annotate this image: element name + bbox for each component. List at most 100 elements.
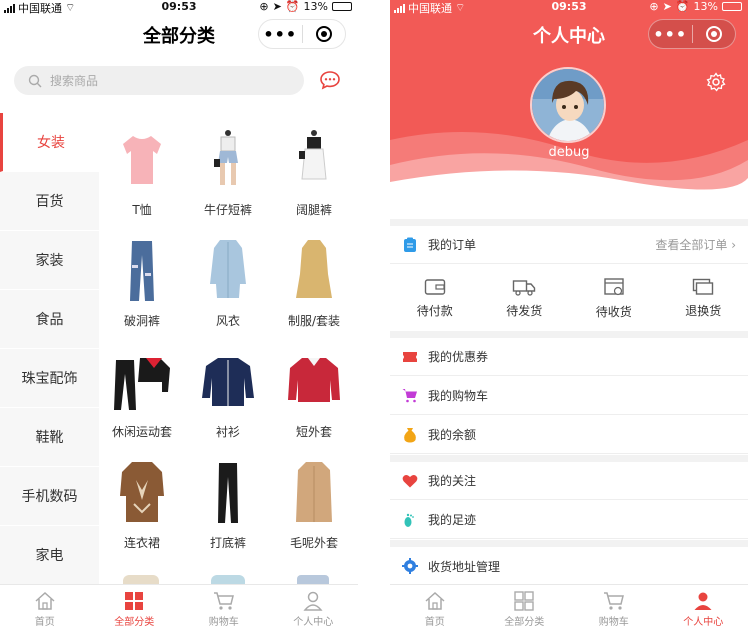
battery-icon (332, 2, 352, 11)
my-orders-label: 我的订单 (428, 238, 477, 252)
view-all-orders-label: 查看全部订单 (655, 238, 728, 252)
tab-label: 个人中心 (683, 617, 724, 628)
product-casual-sport-set[interactable]: 休闲运动套 (99, 345, 185, 440)
product-leggings[interactable]: 打底裤 (185, 456, 271, 551)
coupons-row[interactable]: 我的优惠券 (390, 338, 748, 376)
product-denim-shorts[interactable]: 牛仔短裤 (185, 123, 271, 218)
tab-profile[interactable]: 个人中心 (659, 585, 748, 628)
product-trench-coat[interactable]: 风衣 (185, 234, 271, 329)
product-tshirt[interactable]: T恤 (99, 123, 185, 218)
category-grid-icon (125, 592, 144, 610)
tab-label: 购物车 (208, 617, 239, 628)
leggings-image (218, 463, 238, 523)
more-icon[interactable]: ••• (649, 25, 692, 44)
order-status-bar: 待付款 待发货 待收货 退换货 (390, 265, 748, 331)
product-ripped-jeans[interactable]: 破洞裤 (99, 234, 185, 329)
home-icon (35, 591, 55, 610)
heart-icon (402, 473, 418, 489)
tab-label: 个人中心 (293, 617, 334, 628)
menu-label: 收货地址管理 (428, 559, 501, 574)
home-icon (425, 591, 445, 610)
clipboard-icon (402, 237, 418, 253)
my-orders-row[interactable]: 我的订单 查看全部订单 › (390, 226, 748, 264)
status-bar: 中国联通 ⌔ 09:53 ⊕ ➤ ⏰ 13% (0, 0, 358, 15)
message-icon[interactable] (319, 70, 341, 94)
search-input[interactable]: 搜索商品 (14, 66, 304, 95)
product-uniform-set[interactable]: 制服/套装 (271, 234, 357, 329)
money-bag-icon (402, 427, 418, 443)
address-row[interactable]: 收货地址管理 (390, 547, 748, 585)
favorites-row[interactable]: 我的关注 (390, 462, 748, 500)
shirt-image (202, 358, 254, 406)
category-food[interactable]: 食品 (0, 290, 99, 349)
section-divider (390, 219, 748, 226)
wool-coat-image (296, 462, 332, 522)
cart-row[interactable]: 我的购物车 (390, 377, 748, 415)
location-icon: ➤ (272, 0, 282, 13)
alarm-icon: ⏰ (675, 0, 690, 13)
balance-row[interactable]: 我的余额 (390, 416, 748, 454)
close-mini-program-icon[interactable] (693, 26, 736, 42)
order-pending-payment[interactable]: 待付款 (390, 265, 480, 331)
product-short-jacket[interactable]: 短外套 (271, 345, 357, 440)
tab-home[interactable]: 首页 (0, 585, 90, 628)
more-icon[interactable]: ••• (259, 25, 302, 44)
category-jewelry[interactable]: 珠宝配饰 (0, 349, 99, 408)
order-status-label: 待收货 (595, 304, 632, 319)
ripped-jeans-image (130, 241, 154, 301)
settings-gear-icon[interactable] (706, 72, 726, 96)
section-divider (390, 331, 748, 338)
status-bar: 中国联通 ⌔ 09:53 ⊕ ➤ ⏰ 13% (390, 0, 748, 15)
category-appliances[interactable]: 家电 (0, 526, 99, 585)
tab-categories[interactable]: 全部分类 (480, 585, 570, 628)
chevron-right-icon: › (731, 238, 736, 252)
order-pending-shipment[interactable]: 待发货 (480, 265, 570, 331)
footprint-icon (402, 512, 418, 528)
category-home[interactable]: 家装 (0, 231, 99, 290)
gear-icon (402, 558, 418, 574)
user-icon (694, 592, 712, 610)
truck-icon (513, 279, 536, 296)
order-pending-receipt[interactable]: 待收货 (569, 265, 659, 331)
tab-cart[interactable]: 购物车 (179, 585, 269, 628)
battery-percent: 13% (303, 0, 328, 13)
lock-rotation-icon: ⊕ (259, 0, 269, 13)
cart-icon (603, 592, 624, 610)
category-womens[interactable]: 女装 (0, 113, 99, 172)
tab-label: 全部分类 (504, 617, 545, 628)
coupon-icon (402, 349, 418, 365)
short-jacket-image (288, 358, 340, 402)
view-all-orders-link[interactable]: 查看全部订单 › (655, 236, 736, 253)
product-shirt[interactable]: 衬衫 (185, 345, 271, 440)
avatar[interactable] (530, 67, 606, 143)
menu-label: 我的余额 (428, 428, 477, 442)
battery-icon (722, 2, 742, 11)
order-status-label: 待发货 (506, 303, 543, 318)
product-wool-coat[interactable]: 毛呢外套 (271, 456, 357, 551)
close-mini-program-icon[interactable] (303, 26, 346, 42)
username: debug (548, 145, 590, 160)
tab-profile[interactable]: 个人中心 (269, 585, 359, 628)
dress-image (120, 462, 164, 522)
category-general[interactable]: 百货 (0, 172, 99, 231)
menu-label: 我的足迹 (428, 513, 477, 527)
tab-bar: 首页 全部分类 购物车 个人中心 (0, 584, 358, 628)
search-placeholder: 搜索商品 (50, 74, 99, 88)
product-dress[interactable]: 连衣裙 (99, 456, 185, 551)
category-digital[interactable]: 手机数码 (0, 467, 99, 526)
category-shoes[interactable]: 鞋靴 (0, 408, 99, 467)
tab-cart[interactable]: 购物车 (569, 585, 659, 628)
category-screen: 中国联通 ⌔ 09:53 ⊕ ➤ ⏰ 13% 全部分类 ••• 搜索商品 女装 百货 家… (0, 0, 358, 628)
footprints-row[interactable]: 我的足迹 (390, 501, 748, 539)
uniform-set-image (296, 240, 332, 298)
order-returns[interactable]: 退换货 (659, 265, 748, 331)
profile-screen: 中国联通 ⌔ 09:53 ⊕ ➤ ⏰ 13% 个人中心 ••• debug 我的订单 查… (390, 0, 748, 628)
tab-categories[interactable]: 全部分类 (90, 585, 180, 628)
cart-icon (402, 388, 418, 404)
trench-coat-image (210, 240, 246, 298)
order-status-label: 退换货 (685, 303, 722, 318)
product-wide-pants[interactable]: 阔腿裤 (271, 123, 357, 218)
tab-home[interactable]: 首页 (390, 585, 480, 628)
wallet-icon (424, 278, 445, 295)
order-status-label: 待付款 (416, 303, 453, 318)
